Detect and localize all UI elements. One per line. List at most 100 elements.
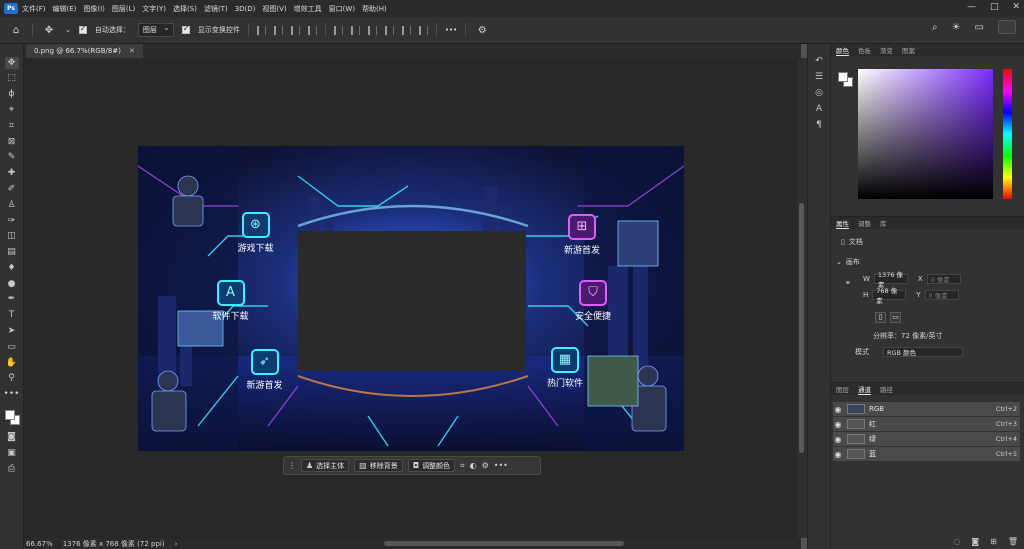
tab-libraries[interactable]: 库 [880, 218, 887, 228]
drag-handle-icon[interactable]: ⋮ [288, 461, 296, 470]
align-top-icon[interactable] [307, 25, 317, 35]
eye-icon[interactable]: ◉ [833, 405, 843, 414]
contrast-icon[interactable]: ◐ [470, 461, 477, 470]
menu-view[interactable]: 视图(V) [262, 4, 286, 14]
color-swatches[interactable] [3, 408, 21, 428]
tab-paths[interactable]: 路径 [880, 384, 893, 394]
tab-patterns[interactable]: 图案 [902, 45, 915, 55]
save-selection-icon[interactable]: ◙ [971, 537, 979, 546]
move-tool-icon[interactable]: ✥ [41, 22, 57, 38]
crop-tool-icon[interactable]: ⌗ [5, 120, 19, 132]
tab-color[interactable]: 颜色 [836, 45, 849, 56]
edit-toolbar-icon[interactable]: ••• [4, 388, 20, 400]
link-icon[interactable]: ⚭ [845, 279, 851, 287]
channel-row-rgb[interactable]: ◉ RGB Ctrl+2 [833, 402, 1020, 416]
photoshop-logo-icon[interactable]: Ps [4, 3, 18, 14]
eyedropper-tool-icon[interactable]: ✎ [5, 152, 19, 164]
height-field[interactable]: 768 像素 [872, 287, 907, 305]
menu-select[interactable]: 选择(S) [173, 4, 197, 14]
tab-adjustments[interactable]: 调整 [858, 218, 871, 228]
gear-icon[interactable]: ⚙ [474, 22, 490, 38]
maximize-button[interactable]: □ [990, 2, 999, 12]
tab-layers[interactable]: 图层 [836, 384, 849, 394]
path-select-tool-icon[interactable]: ➤ [5, 325, 19, 337]
menu-image[interactable]: 图像(I) [83, 4, 105, 14]
close-window-button[interactable]: ✕ [1012, 2, 1020, 12]
eye-icon[interactable]: ◉ [833, 435, 843, 444]
chevron-down-icon[interactable]: ⌄ [65, 26, 71, 34]
load-selection-icon[interactable]: ◌ [953, 537, 960, 546]
gradient-tool-icon[interactable]: ▤ [5, 246, 19, 258]
select-subject-button[interactable]: ♟ 选择主体 [301, 459, 350, 472]
distribute-top-icon[interactable] [384, 25, 394, 35]
menu-type[interactable]: 文字(Y) [142, 4, 166, 14]
horizontal-scrollbar[interactable] [384, 541, 624, 546]
distribute-left-icon[interactable] [333, 25, 343, 35]
distribute-center-icon[interactable] [350, 25, 360, 35]
zoom-level[interactable]: 66.67% [26, 540, 53, 548]
align-right-icon[interactable] [290, 25, 300, 35]
distribute-right-icon[interactable] [367, 25, 377, 35]
lightbulb-icon[interactable]: ☀ [952, 22, 961, 33]
character-icon[interactable]: A [816, 104, 822, 114]
tab-swatches[interactable]: 色板 [858, 45, 871, 55]
menu-edit[interactable]: 编辑(E) [53, 4, 77, 14]
distribute-middle-icon[interactable] [401, 25, 411, 35]
brush-settings-icon[interactable]: ◎ [815, 88, 823, 98]
share-icon[interactable]: ⎙ [5, 463, 19, 475]
search-icon[interactable]: ⌕ [932, 22, 938, 33]
auto-select-checkbox[interactable] [78, 24, 87, 34]
eye-icon[interactable]: ◉ [833, 420, 843, 429]
show-transform-checkbox[interactable] [181, 24, 190, 34]
distribute-bottom-icon[interactable] [418, 25, 428, 35]
y-field[interactable]: 0 像素 [924, 290, 959, 300]
workspace-icon[interactable]: ▭ [975, 22, 984, 33]
trash-icon[interactable]: 🗑 [1008, 537, 1018, 546]
object-select-tool-icon[interactable]: ⌖ [5, 104, 19, 116]
dodge-tool-icon[interactable]: ● [5, 278, 19, 290]
color-picker-field[interactable] [858, 69, 993, 199]
history-brush-tool-icon[interactable]: ✑ [5, 215, 19, 227]
foreground-color-swatch[interactable] [4, 410, 15, 421]
foreground-color-swatch[interactable] [838, 72, 848, 82]
portrait-icon[interactable]: ▯ [875, 312, 886, 323]
channel-row-green[interactable]: ◉ 绿 Ctrl+4 [833, 432, 1020, 446]
comment-icon[interactable]: ☰ [815, 72, 823, 82]
canvas-image[interactable]: ⊛ 游戏下载 A 软件下载 ➶ 新游首发 ⊞ 新游首发 ⛉ 安全便捷 ▦ 热门软… [138, 146, 684, 451]
new-channel-icon[interactable]: ⊞ [990, 537, 997, 546]
menu-3d[interactable]: 3D(D) [235, 5, 256, 13]
zoom-tool-icon[interactable]: ⚲ [5, 373, 19, 385]
adjust-color-button[interactable]: ◘ 调整颜色 [407, 459, 456, 472]
share-button[interactable] [998, 20, 1016, 34]
more-options-button[interactable]: ••• [494, 461, 508, 470]
lasso-tool-icon[interactable]: ϕ [5, 89, 19, 101]
quick-mask-icon[interactable]: ◙ [5, 432, 19, 444]
remove-background-button[interactable]: ▨ 移除背景 [354, 459, 403, 472]
settings-icon[interactable]: ⚙ [482, 461, 489, 470]
pen-tool-icon[interactable]: ✒ [5, 294, 19, 306]
menu-filter[interactable]: 滤镜(T) [204, 4, 228, 14]
eye-icon[interactable]: ◉ [833, 450, 843, 459]
close-icon[interactable]: ✕ [129, 47, 135, 55]
tab-channels[interactable]: 通道 [858, 384, 871, 395]
channel-row-red[interactable]: ◉ 红 Ctrl+3 [833, 417, 1020, 431]
more-options-button[interactable]: ••• [445, 26, 457, 34]
clone-stamp-tool-icon[interactable]: ♙ [5, 199, 19, 211]
menu-help[interactable]: 帮助(H) [362, 4, 387, 14]
tab-gradients[interactable]: 渐变 [880, 45, 893, 55]
minimize-button[interactable]: — [967, 2, 976, 12]
channel-row-blue[interactable]: ◉ 蓝 Ctrl+5 [833, 447, 1020, 461]
eraser-tool-icon[interactable]: ◫ [5, 231, 19, 243]
menu-window[interactable]: 窗口(W) [329, 4, 355, 14]
healing-brush-tool-icon[interactable]: ✚ [5, 167, 19, 179]
scrollbar-thumb[interactable] [799, 203, 804, 453]
width-field[interactable]: 1376 像素 [873, 271, 908, 289]
align-left-icon[interactable] [256, 25, 266, 35]
menu-plugins[interactable]: 增效工具 [294, 4, 322, 14]
brush-tool-icon[interactable]: ✐ [5, 183, 19, 195]
vertical-scrollbar[interactable] [797, 58, 807, 538]
x-field[interactable]: 0 像素 [926, 274, 961, 284]
menu-layer[interactable]: 图层(L) [112, 4, 135, 14]
blur-tool-icon[interactable]: ♦ [5, 262, 19, 274]
tab-properties[interactable]: 属性 [836, 218, 849, 229]
